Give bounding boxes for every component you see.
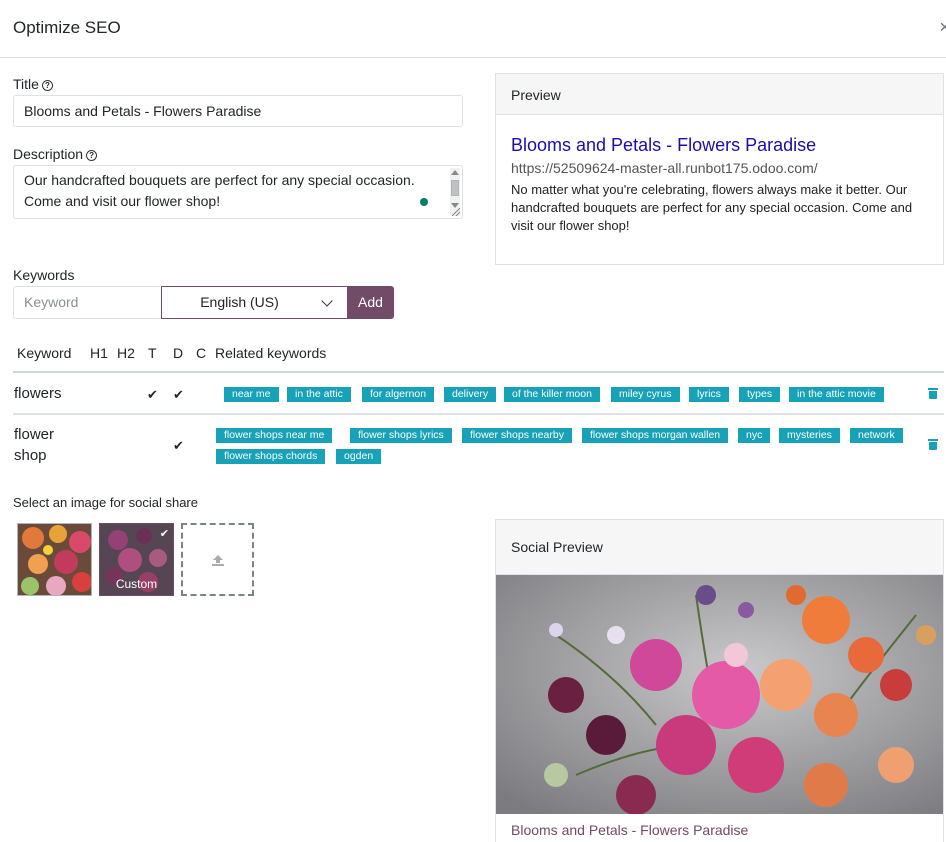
social-image-option-custom[interactable]: ✔ Custom (99, 523, 174, 596)
related-keyword-tag[interactable]: types (739, 387, 781, 402)
title-label-text: Title (13, 76, 39, 92)
scrollbar-thumb[interactable] (451, 180, 459, 196)
close-icon[interactable]: × (939, 17, 946, 38)
related-keyword-tag[interactable]: nyc (738, 428, 771, 443)
keyword-cell-line1: flower (14, 426, 55, 443)
keyword-cell: flowers (14, 385, 62, 402)
col-d: D (173, 345, 184, 361)
scrolled-text-fragment (24, 166, 28, 174)
related-keyword-tag[interactable]: miley cyrus (611, 387, 680, 402)
related-keyword-tag[interactable]: in the attic movie (789, 387, 884, 402)
social-preview-header: Social Preview (496, 520, 943, 575)
description-label: Description? (13, 146, 98, 162)
related-keyword-tag[interactable]: ogden (336, 449, 382, 464)
trash-icon[interactable] (928, 388, 938, 399)
selected-check-icon: ✔ (159, 528, 169, 540)
language-value: English (US) (200, 294, 279, 310)
dialog-header: Optimize SEO × (0, 0, 946, 58)
resize-grip-icon[interactable] (452, 208, 460, 216)
related-keyword-tag[interactable]: near me (224, 387, 279, 402)
preview-title: Blooms and Petals - Flowers Paradise (511, 135, 817, 155)
chevron-down-icon (321, 295, 333, 307)
col-related: Related keywords (215, 345, 327, 361)
help-icon[interactable]: ? (41, 80, 53, 91)
check-icon: ✔ (173, 438, 184, 453)
related-keyword-tag[interactable]: mysteries (779, 428, 840, 443)
row-divider (13, 413, 944, 415)
preview-header: Preview (496, 74, 943, 115)
flower-image (18, 524, 91, 595)
scroll-up-icon[interactable] (451, 170, 459, 175)
check-icon: ✔ (147, 387, 158, 402)
related-keyword-tag[interactable]: flower shops morgan wallen (582, 428, 729, 443)
keyword-input[interactable]: Keyword (13, 286, 162, 319)
language-select[interactable]: English (US) (161, 286, 348, 319)
title-label: Title? (13, 76, 53, 92)
col-h1: H1 (90, 345, 108, 361)
related-keyword-tag[interactable]: delivery (444, 387, 497, 402)
title-input[interactable]: Blooms and Petals - Flowers Paradise (13, 95, 463, 127)
social-preview-image (496, 575, 943, 814)
keyword-cell-line2: shop (14, 447, 47, 464)
table-header-divider (13, 371, 944, 373)
upload-image-button[interactable] (181, 523, 254, 596)
related-keyword-tag[interactable]: flower shops lyrics (350, 428, 452, 443)
preview-panel: Preview Blooms and Petals - Flowers Para… (495, 73, 944, 265)
upload-icon-base (212, 564, 224, 566)
description-label-text: Description (13, 146, 84, 162)
social-image-label: Select an image for social share (13, 495, 198, 510)
add-keyword-button[interactable]: Add (347, 286, 394, 319)
description-text: Our handcrafted bouquets are perfect for… (24, 172, 415, 209)
preview-url: https://52509624-master-all.runbot175.od… (511, 160, 818, 176)
social-image-option-1[interactable] (17, 523, 92, 596)
preview-body: Blooms and Petals - Flowers Paradise htt… (496, 115, 943, 264)
related-keyword-tag[interactable]: network (850, 428, 903, 443)
dialog-title: Optimize SEO (13, 18, 121, 37)
keywords-label: Keywords (13, 267, 75, 283)
col-keyword: Keyword (17, 345, 72, 361)
related-keyword-tag[interactable]: flower shops nearby (462, 428, 572, 443)
col-h2: H2 (117, 345, 135, 361)
col-t: T (148, 345, 157, 361)
related-keyword-tag[interactable]: flower shops near me (216, 428, 333, 443)
custom-label: Custom (115, 577, 158, 591)
related-keyword-tag[interactable]: in the attic (287, 387, 351, 402)
related-keyword-tag[interactable]: flower shops chords (216, 449, 326, 464)
related-keyword-tag[interactable]: lyrics (689, 387, 729, 402)
grammar-dot-icon[interactable] (420, 198, 428, 206)
col-c: C (196, 345, 207, 361)
social-preview-panel: Social Preview Blooms and Petals - Flowe… (495, 519, 944, 842)
preview-description: No matter what you're celebrating, flowe… (511, 182, 913, 233)
related-keyword-tag[interactable]: of the killer moon (504, 387, 600, 402)
check-icon: ✔ (173, 387, 184, 402)
social-preview-title: Blooms and Petals - Flowers Paradise (511, 822, 749, 838)
description-textarea[interactable]: Our handcrafted bouquets are perfect for… (13, 165, 463, 219)
upload-icon-stem (216, 559, 220, 563)
trash-icon[interactable] (928, 439, 938, 450)
related-keyword-tag[interactable]: for algernon (362, 387, 435, 402)
help-icon[interactable]: ? (86, 150, 98, 161)
